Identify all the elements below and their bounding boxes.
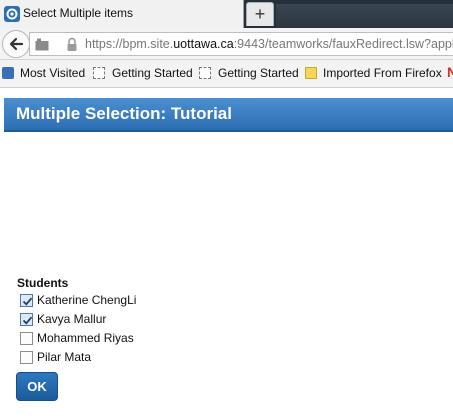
navigation-bar: https://bpm.site.uottawa.ca:9443/teamwor… xyxy=(0,28,453,60)
bookmark-overflow-icon[interactable]: N xyxy=(447,64,453,80)
tab-strip: Select Multiple items + xyxy=(0,0,453,28)
url-prefix: https://bpm.site. xyxy=(85,37,174,51)
bookmark-imported-from-firefox[interactable]: Imported From Firefox xyxy=(323,66,442,80)
url-bar[interactable]: https://bpm.site.uottawa.ca:9443/teamwor… xyxy=(29,32,453,56)
page-header: Multiple Selection: Tutorial xyxy=(4,98,453,132)
page-icon xyxy=(199,67,211,79)
ok-button[interactable]: OK xyxy=(16,372,58,401)
url-text: https://bpm.site.uottawa.ca:9443/teamwor… xyxy=(85,37,453,51)
most-visited-icon xyxy=(2,67,14,79)
checkbox-unchecked[interactable] xyxy=(20,351,33,364)
lock-icon[interactable] xyxy=(66,37,78,57)
back-button[interactable] xyxy=(2,30,30,58)
option-label: Kavya Mallur xyxy=(37,312,107,326)
bookmarks-bar: Most Visited Getting Started Getting Sta… xyxy=(0,60,453,88)
option-label: Pilar Mata xyxy=(37,350,92,364)
bookmark-most-visited[interactable]: Most Visited xyxy=(20,66,85,80)
history-icon[interactable] xyxy=(35,38,49,56)
url-domain: uottawa.ca xyxy=(173,37,234,51)
students-label: Students xyxy=(17,276,69,290)
page-icon xyxy=(93,67,105,79)
tab-strip-background xyxy=(276,4,453,28)
url-suffix: :9443/teamworks/fauxRedirect.lsw?applica xyxy=(233,37,453,51)
checkbox-checked[interactable] xyxy=(20,313,33,326)
bookmark-getting-started-1[interactable]: Getting Started xyxy=(112,66,193,80)
option-label: Katherine ChengLi xyxy=(37,293,137,307)
tab-active[interactable]: Select Multiple items xyxy=(0,0,244,28)
page-title: Multiple Selection: Tutorial xyxy=(16,104,232,123)
checkbox-checked[interactable] xyxy=(20,294,33,307)
checkmark-icon xyxy=(22,316,33,325)
option-label: Mohammed Riyas xyxy=(37,331,134,345)
app-favicon-icon xyxy=(4,6,20,22)
checkmark-icon xyxy=(22,297,33,306)
bookmark-getting-started-2[interactable]: Getting Started xyxy=(218,66,299,80)
back-arrow-icon xyxy=(9,37,24,51)
new-tab-button[interactable]: + xyxy=(246,2,274,26)
tab-title: Select Multiple items xyxy=(23,6,134,20)
folder-icon xyxy=(305,67,317,79)
checkbox-unchecked[interactable] xyxy=(20,332,33,345)
